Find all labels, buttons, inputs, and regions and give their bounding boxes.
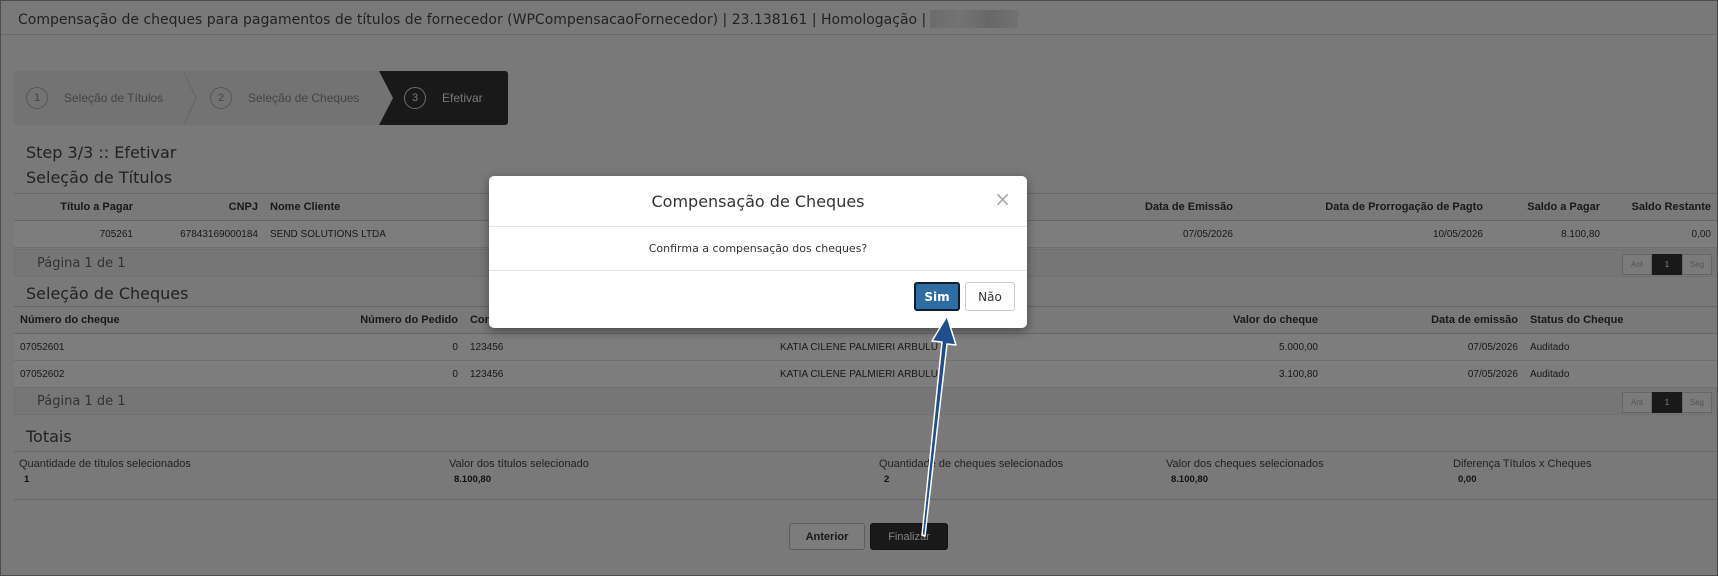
dialog-title: Compensação de Cheques bbox=[651, 192, 865, 211]
dialog-header: Compensação de Cheques × bbox=[489, 176, 1027, 227]
dialog-footer: Sim Não bbox=[489, 271, 1027, 327]
nao-button[interactable]: Não bbox=[965, 282, 1015, 311]
dialog-message: Confirma a compensação dos cheques? bbox=[489, 227, 1027, 271]
close-icon[interactable]: × bbox=[994, 187, 1011, 211]
sim-button[interactable]: Sim bbox=[914, 282, 960, 311]
confirm-dialog: Compensação de Cheques × Confirma a comp… bbox=[489, 176, 1027, 328]
